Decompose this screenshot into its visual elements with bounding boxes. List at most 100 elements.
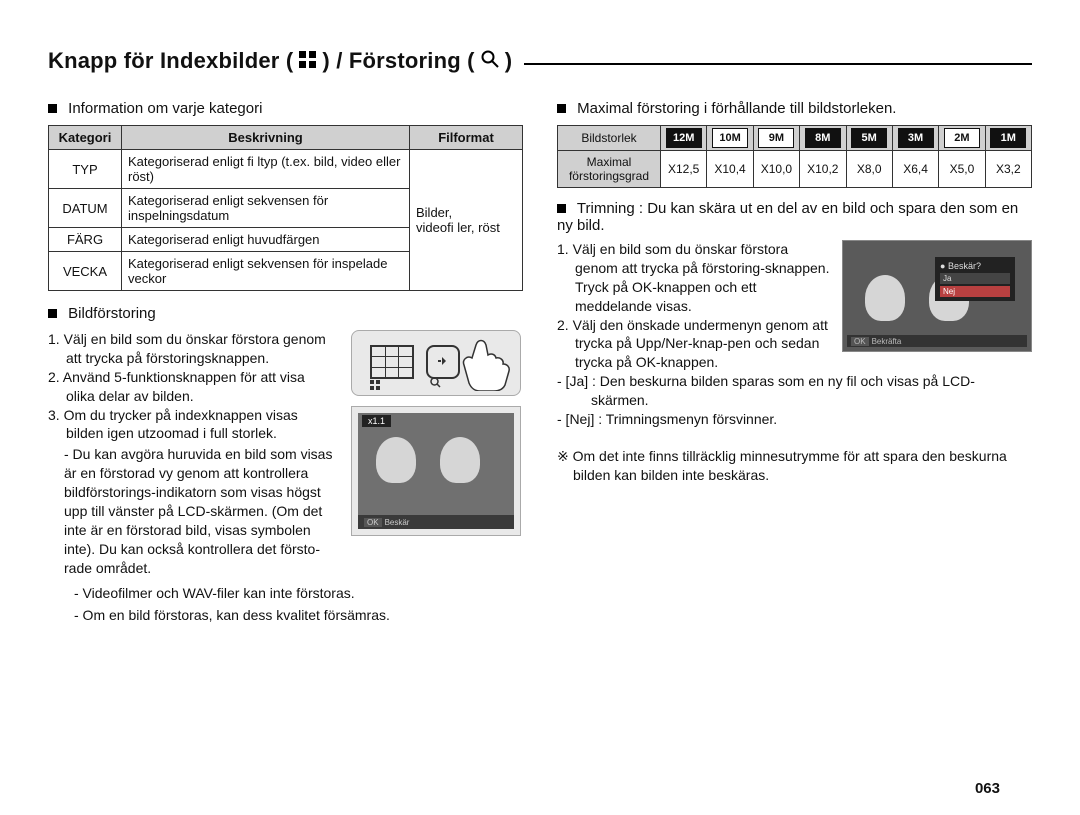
section-heading: Trimning : Du kan skära ut en del av en …	[557, 200, 1032, 234]
photo-bar-label: Beskär	[385, 518, 410, 527]
section-heading-text: Bildförstoring	[68, 305, 156, 322]
cell-cat: FÄRG	[49, 228, 122, 252]
th-kategori: Kategori	[49, 126, 122, 150]
title-prefix: Knapp för Indexbilder (	[48, 48, 293, 74]
zoom-table: Bildstorlek 12M 10M 9M 8M 5M 3M 2M 1M Ma…	[557, 125, 1032, 188]
zoom-value: X12,5	[661, 151, 707, 188]
bullet-icon	[557, 104, 566, 113]
photo-faces	[376, 437, 480, 483]
zoom-indicator-badge: x1.1	[362, 415, 391, 427]
hand-pointer-icon	[458, 335, 518, 391]
size-badge: 3M	[892, 126, 938, 151]
section-heading: Maximal förstoring i förhållande till bi…	[557, 100, 1032, 117]
size-badge: 1M	[985, 126, 1031, 151]
zoom-row-label: Maximal förstoringsgrad	[558, 151, 661, 188]
bullet-icon	[48, 104, 57, 113]
dialog-status-bar: OK Bekräfta	[847, 335, 1027, 347]
list-item: 3. Om du trycker på indexknappen visas b…	[48, 406, 337, 444]
zoom-value: X3,2	[985, 151, 1031, 188]
photo-illustration: x1.1 OK Beskär	[351, 406, 521, 536]
dash-item: - Videofilmer och WAV-filer kan inte för…	[84, 584, 523, 603]
zoom-icon	[426, 345, 460, 379]
section-heading-text: Information om varje kategori	[68, 100, 262, 117]
cell-desc: Kategoriserad enligt sekvensen för inspe…	[122, 189, 410, 228]
title-mid: ) / Förstoring (	[322, 48, 474, 74]
zoom-value: X10,0	[753, 151, 799, 188]
cell-desc: Kategoriserad enligt fi ltyp (t.ex. bild…	[122, 150, 410, 189]
category-table: Kategori Beskrivning Filformat TYP Kateg…	[48, 125, 523, 291]
trim-heading-a: Trimning :	[577, 200, 647, 217]
size-badge: 8M	[800, 126, 846, 151]
columns: Information om varje kategori Kategori B…	[48, 94, 1032, 625]
section-heading-text: Maximal förstoring i förhållande till bi…	[577, 100, 896, 117]
left-column: Information om varje kategori Kategori B…	[48, 94, 523, 625]
zoom-value: X10,2	[800, 151, 846, 188]
confirm-dialog: ● Beskär? Ja Nej	[935, 257, 1015, 301]
trim-section: Trimning : Du kan skära ut en del av en …	[557, 200, 1032, 485]
table-row: Bildstorlek 12M 10M 9M 8M 5M 3M 2M 1M	[558, 126, 1032, 151]
page-title: Knapp för Indexbilder ( ) / Förstoring (…	[48, 48, 1032, 74]
face-shape	[440, 437, 480, 483]
dialog-title: ● Beskär?	[940, 261, 1010, 271]
trim-text: 1. Välj en bild som du önskar förstora g…	[557, 240, 830, 372]
photo-status-bar: OK Beskär	[358, 515, 514, 529]
right-column: Maximal förstoring i förhållande till bi…	[557, 94, 1032, 625]
option-ja-desc: - [Ja] : Den beskurna bilden sparas som …	[591, 372, 1032, 410]
size-badge: 10M	[707, 126, 753, 151]
list-item: 1. Välj en bild som du önskar förstora g…	[557, 240, 830, 316]
size-badge: 12M	[661, 126, 707, 151]
enlarge-images: x1.1 OK Beskär	[351, 330, 523, 580]
cell-fileformat: Bilder, videofi ler, röst	[410, 150, 523, 291]
dash-item: - Du kan avgöra huruvida en bild som vis…	[64, 445, 337, 577]
magnifier-icon	[430, 375, 441, 393]
bullet-icon	[48, 309, 57, 318]
cell-cat: DATUM	[49, 189, 122, 228]
trim-steps: 1. Välj en bild som du önskar förstora g…	[557, 240, 830, 372]
face-shape	[376, 437, 416, 483]
list-item: 2. Välj den önskade undermenyn genom att…	[557, 316, 830, 373]
thumbnail-icon	[370, 380, 380, 393]
enlarge-body: 1. Välj en bild som du önskar förstora g…	[48, 330, 523, 580]
thumbnail-icon	[370, 345, 414, 379]
th-beskrivning: Beskrivning	[122, 126, 410, 150]
dialog-bar-label: Bekräfta	[872, 337, 902, 346]
bullet-icon	[557, 204, 566, 213]
list-item: 1. Välj en bild som du önskar förstora g…	[48, 330, 337, 368]
zoom-value: X6,4	[892, 151, 938, 188]
zoom-value: X8,0	[846, 151, 892, 188]
zoom-row-label: Bildstorlek	[558, 126, 661, 151]
table-row: Maximal förstoringsgrad X12,5 X10,4 X10,…	[558, 151, 1032, 188]
dialog-option-yes[interactable]: Ja	[940, 273, 1010, 284]
cell-cat: VECKA	[49, 252, 122, 291]
th-filformat: Filformat	[410, 126, 523, 150]
size-badge: 2M	[939, 126, 985, 151]
section-heading: Information om varje kategori	[48, 100, 523, 117]
title-rule	[524, 63, 1032, 65]
trim-illustration: ● Beskär? Ja Nej OK Bekräfta	[842, 240, 1032, 352]
table-header-row: Kategori Beskrivning Filformat	[49, 126, 523, 150]
page: Knapp för Indexbilder ( ) / Förstoring (…	[0, 0, 1080, 815]
size-badge: 9M	[753, 126, 799, 151]
dialog-option-no[interactable]: Nej	[940, 286, 1010, 297]
enlarge-steps: 1. Välj en bild som du önskar förstora g…	[48, 330, 337, 443]
list-item: 2. Använd 5-funktionsknappen för att vis…	[48, 368, 337, 406]
page-number: 063	[975, 780, 1000, 797]
cell-desc: Kategoriserad enligt huvudfärgen	[122, 228, 410, 252]
title-suffix: )	[505, 48, 513, 74]
option-nej-desc: - [Nej] : Trimningsmenyn försvinner.	[591, 410, 1032, 429]
thumbnail-icon	[299, 48, 316, 74]
footnote: ※ Om det inte finns tillräcklig minnesut…	[557, 447, 1032, 485]
zoom-value: X5,0	[939, 151, 985, 188]
trim-body: 1. Välj en bild som du önskar förstora g…	[557, 240, 1032, 372]
zoom-value: X10,4	[707, 151, 753, 188]
camera-illustration	[351, 330, 521, 396]
table-row: TYP Kategoriserad enligt fi ltyp (t.ex. …	[49, 150, 523, 189]
dash-item: - Om en bild förstoras, kan dess kvalite…	[84, 606, 523, 625]
cell-desc: Kategoriserad enligt sekvensen för inspe…	[122, 252, 410, 291]
cell-cat: TYP	[49, 150, 122, 189]
enlarge-text-block: 1. Välj en bild som du önskar förstora g…	[48, 330, 337, 580]
size-badge: 5M	[846, 126, 892, 151]
magnifier-icon	[481, 48, 499, 74]
face-shape	[865, 275, 905, 321]
section-heading: Bildförstoring	[48, 305, 523, 322]
